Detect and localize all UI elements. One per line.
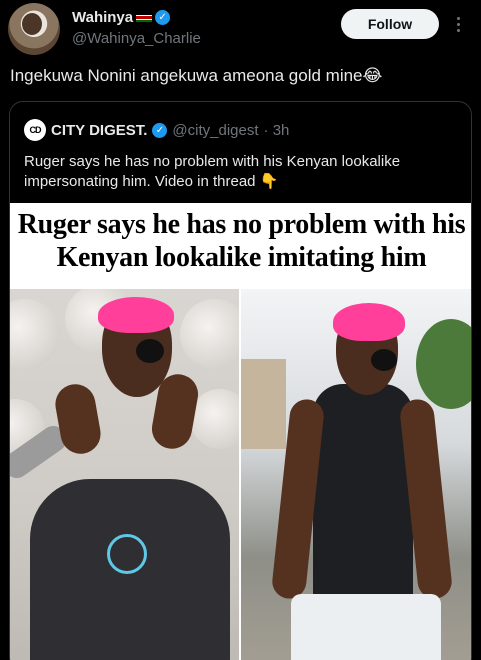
photo-right bbox=[241, 289, 471, 660]
quoted-author-avatar[interactable]: CD bbox=[24, 119, 46, 141]
quoted-tweet-text: Ruger says he has no problem with his Ke… bbox=[24, 153, 401, 190]
quoted-author-handle[interactable]: @city_digest bbox=[172, 122, 258, 139]
more-icon[interactable] bbox=[451, 12, 465, 36]
kenya-flag-icon bbox=[136, 12, 153, 23]
author-handle[interactable]: @Wahinya_Charlie bbox=[72, 30, 201, 47]
follow-button[interactable]: Follow bbox=[341, 9, 439, 39]
quoted-tweet[interactable]: CD CITY DIGEST. ✓ @city_digest · 3h Ruge… bbox=[9, 101, 472, 660]
quoted-tweet-image[interactable]: Ruger says he has no problem with his Ke… bbox=[10, 203, 471, 660]
verified-badge-icon: ✓ bbox=[152, 122, 168, 138]
quoted-tweet-header: CD CITY DIGEST. ✓ @city_digest · 3h bbox=[24, 119, 289, 141]
author-display-name[interactable]: Wahinya bbox=[72, 9, 133, 26]
photo-left bbox=[10, 289, 239, 660]
tweet-text: Ingekuwa Nonini angekuwa ameona gold min… bbox=[10, 66, 383, 85]
verified-badge-icon: ✓ bbox=[155, 10, 171, 25]
quoted-author-name[interactable]: CITY DIGEST. bbox=[51, 122, 147, 139]
tweet-header: Wahinya ✓ @Wahinya_Charlie Follow bbox=[0, 0, 481, 60]
image-headline: Ruger says he has no problem with his Ke… bbox=[10, 203, 471, 281]
author-name-row[interactable]: Wahinya ✓ bbox=[72, 9, 171, 26]
author-avatar[interactable] bbox=[8, 3, 60, 55]
quoted-tweet-time[interactable]: · 3h bbox=[264, 122, 290, 139]
